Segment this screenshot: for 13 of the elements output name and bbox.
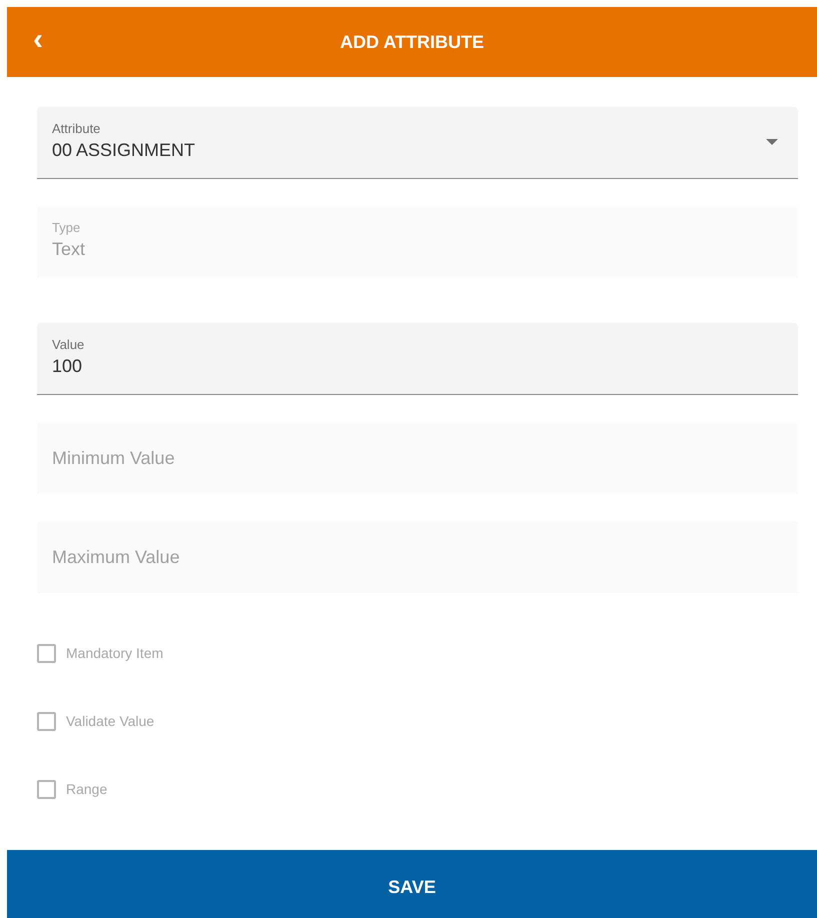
field-value[interactable]: 100 xyxy=(52,353,783,379)
page-title: ADD ATTRIBUTE xyxy=(340,30,484,54)
dropdown-caret-icon[interactable] xyxy=(766,139,778,146)
field-value[interactable]: 00 ASSIGNMENT xyxy=(52,137,783,163)
checkbox-label: Range xyxy=(66,780,108,799)
field-label: Attribute xyxy=(52,121,100,137)
field-label: Value xyxy=(52,337,84,353)
input-field[interactable]: Value 100 xyxy=(37,323,798,395)
field-label: Type xyxy=(52,220,80,236)
attribute-select[interactable]: Attribute 00 ASSIGNMENT xyxy=(37,107,798,179)
checkbox-label: Validate Value xyxy=(66,712,154,730)
save-button[interactable]: SAVE xyxy=(7,850,817,918)
checkbox-label: Mandatory Item xyxy=(66,644,164,663)
